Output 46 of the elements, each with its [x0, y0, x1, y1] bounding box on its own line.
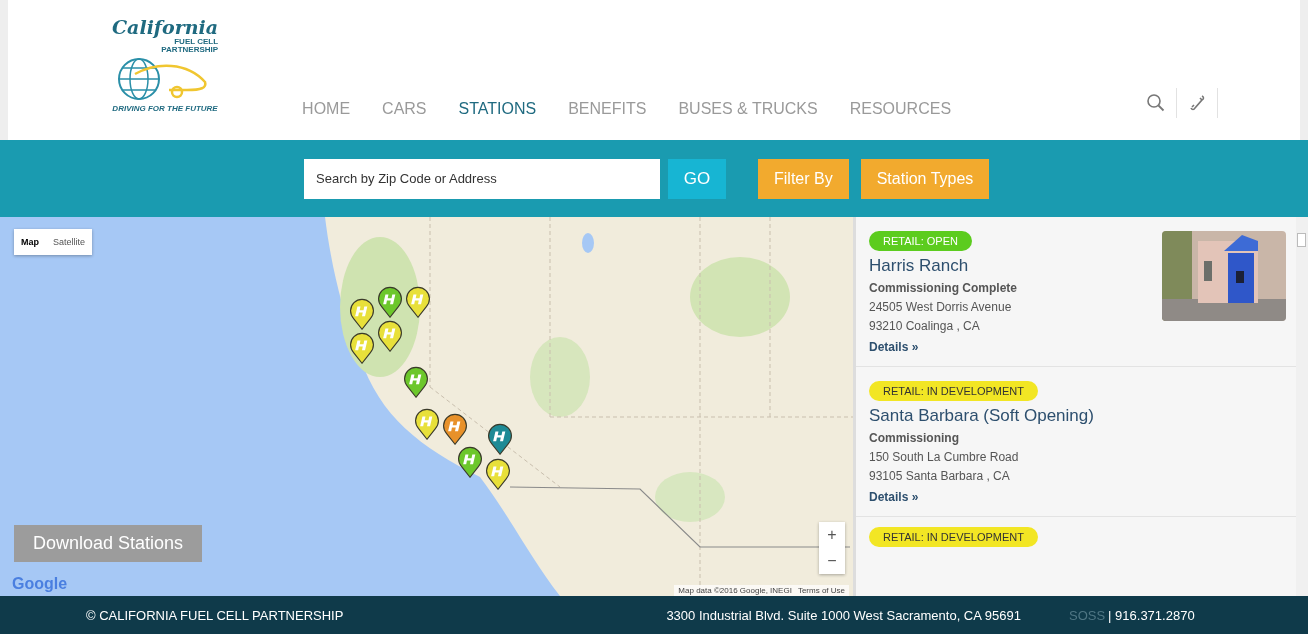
station-marker-icon[interactable] [485, 458, 511, 490]
footer-address: 3300 Industrial Blvd. Suite 1000 West Sacramento, CA 95691 [666, 607, 1021, 623]
zoom-in-button[interactable]: + [819, 522, 845, 548]
search-field[interactable]: Search by Zip Code or Address [304, 158, 660, 199]
details-link[interactable]: Details » [869, 490, 919, 504]
map-type-tab[interactable]: Satellite [46, 229, 93, 255]
station-marker-icon[interactable] [403, 366, 429, 398]
station-card[interactable]: RETAIL: OPEN Harris Ranch Commissioning Complete 24505 West Dorris Avenue 93210 Coalinga , CA Details » [856, 217, 1296, 367]
logo-title: California [112, 16, 219, 38]
station-marker-icon[interactable] [377, 286, 403, 318]
station-address: 150 South La Cumbre Road [869, 450, 1019, 464]
station-status: Commissioning Complete [869, 281, 1017, 295]
station-marker-icon[interactable] [487, 423, 513, 455]
map-type-tab[interactable]: Map [14, 229, 46, 255]
station-marker-icon[interactable] [349, 298, 375, 330]
copyright-text: © CALIFORNIA FUEL CELL PARTNERSHIP [86, 607, 344, 623]
phone-icon[interactable] [1187, 93, 1207, 113]
zoom-out-button[interactable]: − [819, 548, 845, 574]
logo-tagline: DRIVING FOR THE FUTURE [112, 104, 218, 113]
logo[interactable]: California FUEL CELL PARTNERSHIP DRIVING FOR THE FUTURE [108, 14, 223, 115]
status-badge: RETAIL: IN DEVELOPMENT [869, 527, 1038, 547]
station-marker-icon[interactable] [457, 446, 483, 478]
search-icon[interactable] [1146, 93, 1166, 113]
status-badge: RETAIL: OPEN [869, 231, 972, 251]
station-marker-icon[interactable] [414, 408, 440, 440]
scrollbar[interactable] [1296, 217, 1308, 596]
station-city: 93210 Coalinga , CA [869, 319, 980, 333]
station-card[interactable]: RETAIL: IN DEVELOPMENT Santa Barbara (Soft Opening) Commissioning 150 South La Cumbre Road 93105 Santa Barbara , CA Details » [856, 367, 1296, 517]
station-marker-icon[interactable] [442, 413, 468, 445]
nav-link[interactable]: STATIONS [458, 100, 537, 118]
google-logo: Google [12, 575, 68, 593]
terms-link[interactable]: Terms of Use [797, 586, 845, 595]
map-data-text: Map data ©2016 Google, INEGI [678, 586, 792, 595]
details-link[interactable]: Details » [869, 340, 919, 354]
station-name-link[interactable]: Santa Barbara (Soft Opening) [869, 406, 1094, 426]
station-marker-icon[interactable] [377, 320, 403, 352]
logo-subtitle: FUEL CELL PARTNERSHIP [161, 38, 219, 54]
station-name-link[interactable]: Harris Ranch [869, 256, 969, 276]
station-city: 93105 Santa Barbara , CA [869, 469, 1010, 483]
station-marker-icon[interactable] [405, 286, 431, 318]
status-badge: RETAIL: IN DEVELOPMENT [869, 381, 1038, 401]
station-address: 24505 West Dorris Avenue [869, 300, 1012, 314]
station-card[interactable]: RETAIL: IN DEVELOPMENT [856, 517, 1296, 559]
phone-number: | 916.371.2870 [1108, 607, 1195, 623]
station-status: Commissioning [869, 431, 959, 445]
station-marker-icon[interactable] [349, 332, 375, 364]
